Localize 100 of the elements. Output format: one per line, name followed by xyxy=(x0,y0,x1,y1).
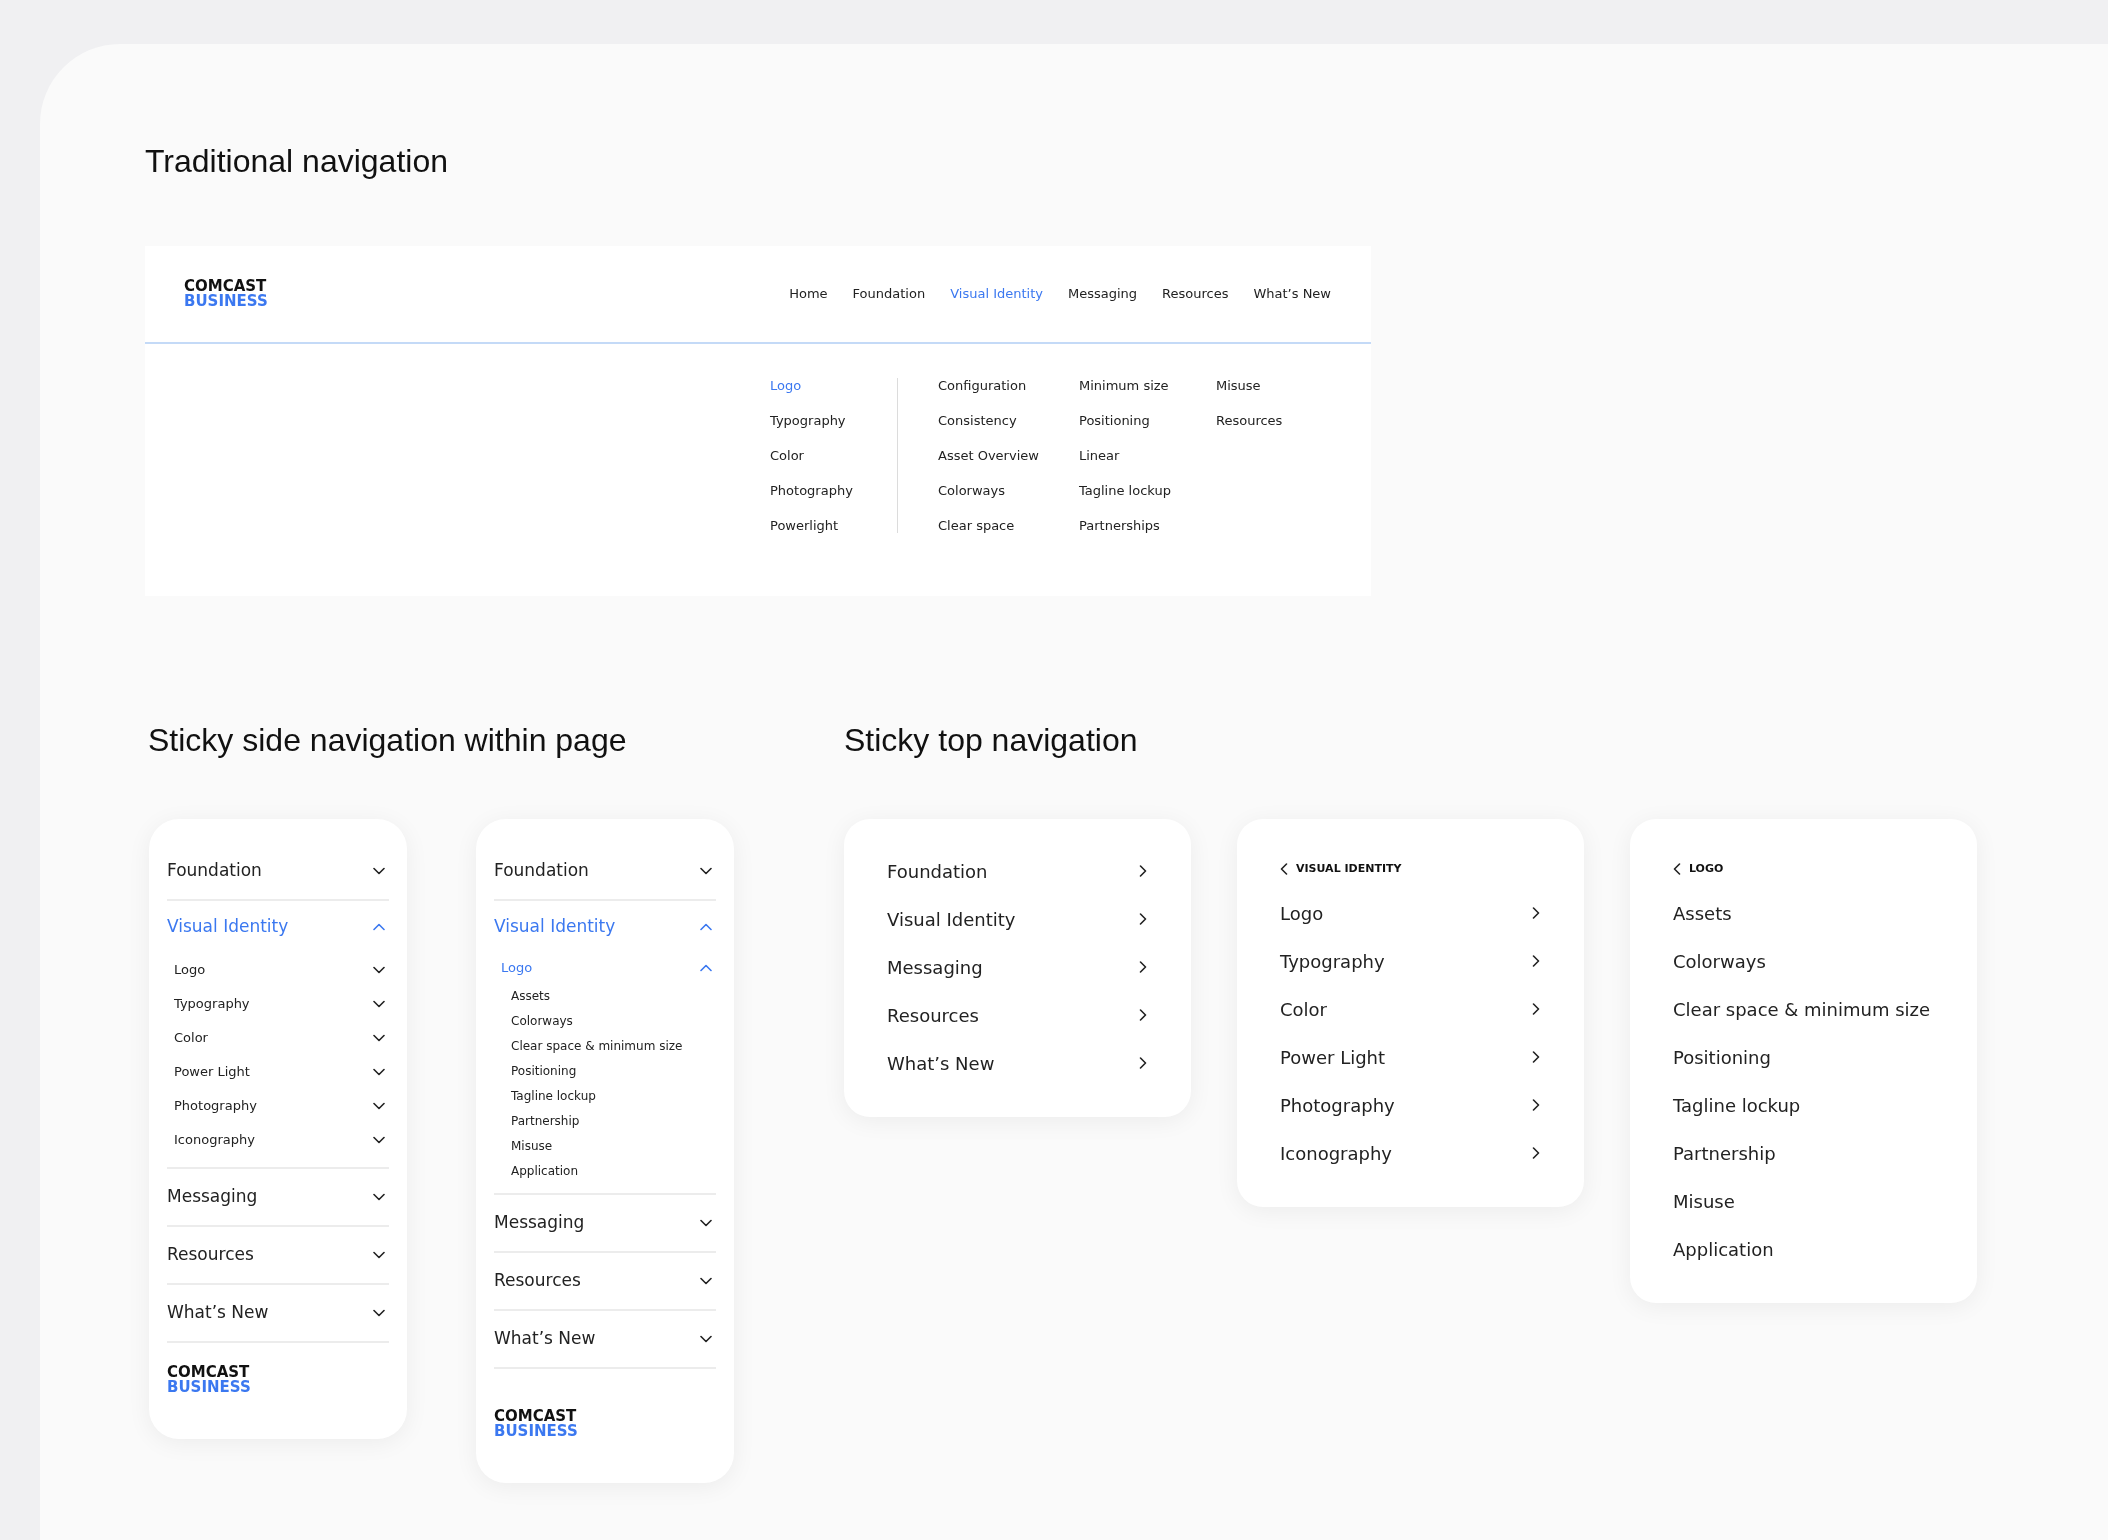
menu-item[interactable]: What’s New xyxy=(887,1039,1147,1087)
dropdown-link[interactable]: Linear xyxy=(1079,438,1216,473)
chevron-right-icon xyxy=(1532,1003,1540,1015)
menu-item[interactable]: Messaging xyxy=(887,943,1147,991)
chevron-right-icon xyxy=(1532,1051,1540,1063)
logo-wordmark-line: BUSINESS xyxy=(494,1424,579,1439)
accordion-link[interactable]: Colorways xyxy=(494,1008,716,1033)
accordion-subitem[interactable]: Logo xyxy=(494,953,716,983)
menu-item[interactable]: Tagline lockup xyxy=(1673,1081,1933,1129)
chevron-up-icon xyxy=(373,923,385,931)
accordion-item[interactable]: Messaging xyxy=(494,1195,716,1251)
accordion-subitem[interactable]: Typography xyxy=(167,987,389,1021)
logo-wordmark-line: COMCAST xyxy=(184,279,268,294)
dropdown-link[interactable]: Tagline lockup xyxy=(1079,473,1216,508)
menu-item[interactable]: Colorways xyxy=(1673,937,1933,985)
chevron-right-icon xyxy=(1532,907,1540,919)
menu-item[interactable]: Typography xyxy=(1280,937,1540,985)
chevron-down-icon xyxy=(373,1309,385,1317)
dropdown-link[interactable]: Minimum size xyxy=(1079,368,1216,403)
nav-link[interactable]: Foundation xyxy=(852,284,926,304)
menu-item[interactable]: Iconography xyxy=(1280,1129,1540,1177)
accordion-item[interactable]: Visual Identity xyxy=(494,901,716,953)
chevron-up-icon xyxy=(700,964,712,972)
chevron-down-icon xyxy=(373,1034,385,1042)
menu-item[interactable]: Positioning xyxy=(1673,1033,1933,1081)
dropdown-link[interactable]: Logo xyxy=(770,368,897,403)
back-link[interactable]: VISUAL IDENTITY xyxy=(1280,849,1402,889)
back-link[interactable]: LOGO xyxy=(1673,849,1724,889)
chevron-down-icon xyxy=(373,1193,385,1201)
section-heading: Sticky side navigation within page xyxy=(147,721,628,760)
menu-item[interactable]: Photography xyxy=(1280,1081,1540,1129)
chevron-left-icon xyxy=(1673,863,1681,875)
accordion-item[interactable]: What’s New xyxy=(494,1311,716,1367)
accordion-item[interactable]: Foundation xyxy=(494,843,716,899)
menu-item[interactable]: Clear space & minimum size xyxy=(1673,985,1933,1033)
chevron-down-icon xyxy=(373,966,385,974)
menu-item[interactable]: Application xyxy=(1673,1225,1933,1273)
accordion-item[interactable]: Messaging xyxy=(167,1169,389,1225)
chevron-down-icon xyxy=(700,1335,712,1343)
dropdown-link[interactable]: Color xyxy=(770,438,897,473)
accordion-item[interactable]: Foundation xyxy=(167,843,389,899)
dropdown-link[interactable]: Resources xyxy=(1216,403,1336,438)
chevron-down-icon xyxy=(700,1219,712,1227)
menu-item[interactable]: Color xyxy=(1280,985,1540,1033)
chevron-down-icon xyxy=(373,867,385,875)
chevron-down-icon xyxy=(373,1068,385,1076)
menu-item[interactable]: Logo xyxy=(1280,889,1540,937)
chevron-left-icon xyxy=(1280,863,1288,875)
dropdown-link[interactable]: Colorways xyxy=(938,473,1079,508)
nav-link[interactable]: What’s New xyxy=(1253,284,1331,304)
menu-item[interactable]: Misuse xyxy=(1673,1177,1933,1225)
dropdown-link[interactable]: Powerlight xyxy=(770,508,897,543)
chevron-down-icon xyxy=(700,1277,712,1285)
nav-link[interactable]: Home xyxy=(789,284,828,304)
accordion-item[interactable]: Resources xyxy=(494,1253,716,1309)
accordion-subitem[interactable]: Iconography xyxy=(167,1123,389,1157)
nav-link[interactable]: Messaging xyxy=(1067,284,1138,304)
accordion-item[interactable]: Visual Identity xyxy=(167,901,389,953)
chevron-up-icon xyxy=(700,923,712,931)
accordion-link[interactable]: Clear space & minimum size xyxy=(494,1033,716,1058)
dropdown-link[interactable]: Clear space xyxy=(938,508,1079,543)
accordion-link[interactable]: Misuse xyxy=(494,1133,716,1158)
accordion-link[interactable]: Assets xyxy=(494,983,716,1008)
accordion-link[interactable]: Application xyxy=(494,1158,716,1183)
chevron-right-icon xyxy=(1532,955,1540,967)
dropdown-link[interactable]: Positioning xyxy=(1079,403,1216,438)
menu-item[interactable]: Power Light xyxy=(1280,1033,1540,1081)
dropdown-link[interactable]: Consistency xyxy=(938,403,1079,438)
menu-item[interactable]: Visual Identity xyxy=(887,895,1147,943)
accordion-item[interactable]: What’s New xyxy=(167,1285,389,1341)
accordion-link[interactable]: Partnership xyxy=(494,1108,716,1133)
accordion-link[interactable]: Positioning xyxy=(494,1058,716,1083)
accordion-subitem[interactable]: Color xyxy=(167,1021,389,1055)
dropdown-link[interactable]: Typography xyxy=(770,403,897,438)
dropdown-link[interactable]: Misuse xyxy=(1216,368,1336,403)
chevron-right-icon xyxy=(1532,1147,1540,1159)
chevron-right-icon xyxy=(1139,913,1147,925)
logo-wordmark-line: BUSINESS xyxy=(184,294,268,309)
dropdown-link[interactable]: Configuration xyxy=(938,368,1079,403)
logo-wordmark-line: BUSINESS xyxy=(167,1380,252,1395)
section-heading: Sticky top navigation xyxy=(844,721,1139,760)
chevron-right-icon xyxy=(1532,1099,1540,1111)
dropdown-link[interactable]: Partnerships xyxy=(1079,508,1216,543)
chevron-right-icon xyxy=(1139,1009,1147,1021)
accordion-item[interactable]: Resources xyxy=(167,1227,389,1283)
accordion-subitem[interactable]: Power Light xyxy=(167,1055,389,1089)
accordion-subitem[interactable]: Photography xyxy=(167,1089,389,1123)
nav-link[interactable]: Resources xyxy=(1162,284,1229,304)
chevron-down-icon xyxy=(373,1251,385,1259)
menu-item[interactable]: Assets xyxy=(1673,889,1933,937)
dropdown-link[interactable]: Asset Overview xyxy=(938,438,1079,473)
chevron-right-icon xyxy=(1139,865,1147,877)
menu-item[interactable]: Resources xyxy=(887,991,1147,1039)
dropdown-link[interactable]: Photography xyxy=(770,473,897,508)
accordion-link[interactable]: Tagline lockup xyxy=(494,1083,716,1108)
menu-item[interactable]: Partnership xyxy=(1673,1129,1933,1177)
chevron-down-icon xyxy=(373,1102,385,1110)
accordion-subitem[interactable]: Logo xyxy=(167,953,389,987)
menu-item[interactable]: Foundation xyxy=(887,847,1147,895)
nav-link[interactable]: Visual Identity xyxy=(950,284,1043,304)
